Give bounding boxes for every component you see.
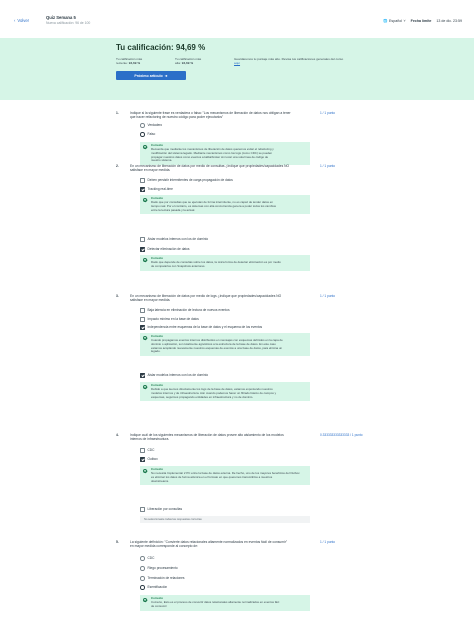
chevron-down-icon: ˅	[403, 19, 406, 23]
question-number: 2.	[116, 164, 119, 168]
checkbox[interactable]	[140, 308, 145, 313]
option-checkbox[interactable]: Liberación por consultas	[140, 507, 182, 512]
radio-button-selected[interactable]	[140, 132, 145, 137]
due-value: 13 de dic. 23:59	[436, 19, 462, 23]
globe-icon: 🌐	[383, 19, 388, 23]
question-points: 1 / 1 punto	[320, 540, 336, 544]
question-points: 1 / 1 punto	[320, 294, 336, 298]
checkbox-checked[interactable]	[140, 247, 145, 252]
question-text: La siguiente definición: "Convierte dato…	[130, 540, 288, 549]
check-circle-icon	[143, 144, 147, 149]
radio-button[interactable]	[140, 123, 145, 128]
feedback-correct: Correcto Correcto, Esto es el proceso de…	[140, 595, 310, 611]
checkbox[interactable]	[140, 507, 145, 512]
option-checkbox[interactable]: Detectar eliminación de datos	[140, 247, 190, 252]
checkbox[interactable]	[140, 448, 145, 453]
option-radio[interactable]: Riego procesamiento	[140, 566, 178, 571]
option-checkbox[interactable]: Independencia entre esquemas de la base …	[140, 325, 262, 330]
question-text: Indique si la siguiente frase es verdade…	[130, 111, 291, 120]
check-circle-icon	[143, 335, 147, 340]
checkbox[interactable]	[140, 237, 145, 242]
header-right: 🌐 Español ˅ Fecha límite 13 de dic. 23:5…	[383, 19, 462, 23]
quiz-title-block: Quiz Semana 5 Nueva calificación: 96 de …	[46, 15, 90, 25]
highest-grade: Tu calificación más alta: 94,69 %	[175, 57, 202, 66]
question-number: 4.	[116, 433, 119, 437]
check-circle-icon	[143, 257, 147, 262]
checkbox[interactable]	[140, 317, 145, 322]
checkbox-checked[interactable]	[140, 373, 145, 378]
question-points: 1 / 1 punto	[320, 111, 336, 115]
highest-grade-value: 94,69 %	[181, 61, 194, 66]
radio-button-selected[interactable]	[140, 585, 145, 590]
option-radio[interactable]: Terminación de relaciones	[140, 576, 185, 581]
checkbox-checked[interactable]	[140, 187, 145, 192]
question-number: 3.	[116, 294, 119, 298]
arrow-right-icon: ➜	[164, 73, 168, 78]
question-number: 5.	[116, 540, 119, 544]
feedback-correct: Correcto Recuerda que mediante los mecan…	[140, 142, 310, 166]
option-checkbox[interactable]: Aislar modelos internos con los de domin…	[140, 373, 208, 378]
check-circle-icon	[143, 597, 147, 602]
check-circle-icon	[143, 197, 147, 202]
feedback-correct: Correcto Debido a que leemos directament…	[140, 382, 310, 402]
check-circle-icon	[143, 384, 147, 389]
checkbox-checked[interactable]	[140, 457, 145, 462]
option-checkbox[interactable]: Deben persistir intermitentes de carga p…	[140, 178, 233, 183]
radio-button[interactable]	[140, 556, 145, 561]
question-text: En un mecanismo de liberación de datos p…	[130, 164, 290, 173]
radio-button[interactable]	[140, 566, 145, 571]
question-text: Indique cuál de los siguientes mecanismo…	[130, 433, 284, 442]
option-checkbox[interactable]: CDC	[140, 448, 154, 453]
option-checkbox[interactable]: Aislar modelos internos con los de domin…	[140, 237, 208, 242]
feedback-correct: Correcto Dado que depende de consultas s…	[140, 255, 310, 271]
question-points: 0.333333333333333 / 1 punto	[320, 433, 363, 437]
latest-grade-value: 94,69 %	[128, 61, 141, 66]
partial-answer-notice: No seleccionaste todas las respuestas co…	[140, 516, 310, 523]
back-label: Volver	[17, 18, 30, 23]
feedback-correct: Correcto No necesita Implementar 2 PC en…	[140, 466, 310, 486]
question-text: En un mecanismo de liberación de datos p…	[130, 294, 282, 303]
feedback-correct: Correcto Cuando propagamos eventos inter…	[140, 333, 310, 357]
language-selector[interactable]: 🌐 Español ˅	[383, 19, 406, 23]
quiz-subtitle: Nueva calificación: 96 de 100	[46, 21, 91, 25]
option-checkbox[interactable]: Impacto mínimo en la base de datos	[140, 317, 199, 322]
chevron-left-icon: ‹	[14, 18, 16, 23]
next-item-button[interactable]: Próximo artículo ➜	[116, 71, 186, 80]
question-points: 1 / 1 punto	[320, 164, 336, 168]
radio-button[interactable]	[140, 576, 145, 581]
option-radio[interactable]: CDC	[140, 556, 154, 561]
top-bar: ‹ Volver Quiz Semana 5 Nueva calificació…	[0, 0, 474, 38]
option-radio[interactable]: Verdadero	[140, 123, 162, 128]
back-link[interactable]: ‹ Volver	[14, 18, 29, 23]
option-checkbox[interactable]: Baja latencia en eliminación de lectura …	[140, 308, 230, 313]
quiz-title: Quiz Semana 5	[46, 15, 76, 20]
checkbox[interactable]	[140, 178, 145, 183]
feedback-correct: Correcto Dado que por consultas que se e…	[140, 195, 310, 215]
due-label: Fecha límite	[410, 19, 432, 23]
option-radio[interactable]: Falso	[140, 132, 155, 137]
check-circle-icon	[143, 468, 147, 473]
question-number: 1.	[116, 111, 119, 115]
option-radio[interactable]: Esemificación	[140, 585, 167, 590]
option-checkbox[interactable]: Tracking real-time	[140, 187, 173, 192]
language-label: Español	[389, 19, 403, 23]
latest-grade: Tu calificación más reciente: 94,69 %	[116, 57, 143, 66]
checkbox-checked[interactable]	[140, 325, 145, 330]
grade-banner: Tu calificación: 94,69 % Tu calificación…	[0, 38, 474, 100]
grade-score: Tu calificación: 94,69 %	[116, 43, 206, 52]
grades-link[interactable]: aquí	[234, 61, 240, 65]
grade-note: Guardaremos tu puntaje más alto. Revisa …	[234, 57, 344, 66]
option-checkbox[interactable]: Outbox	[140, 457, 158, 462]
